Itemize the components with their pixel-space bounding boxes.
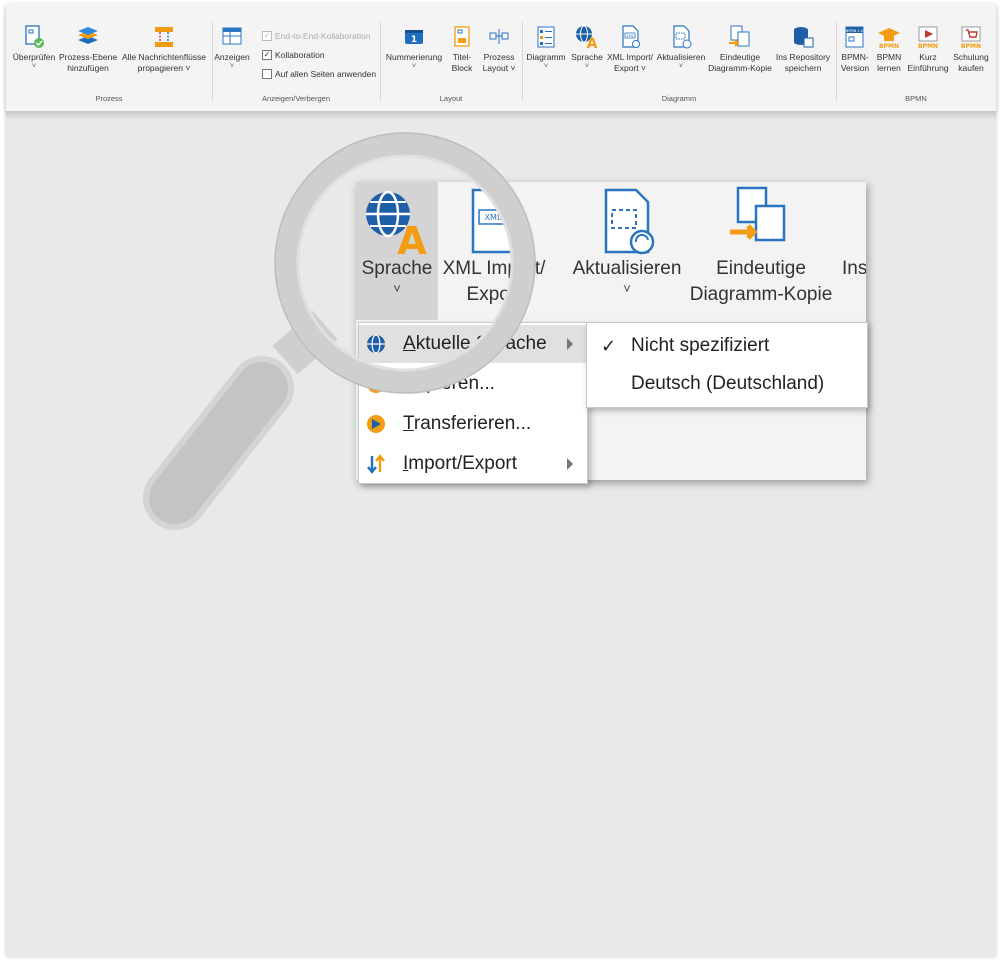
group-label-anzeigen: Anzeigen/Verbergen xyxy=(262,94,330,103)
sprache-dropdown-menu: Aktuelle Sprache Kopieren... Transferier… xyxy=(358,322,588,484)
globe-language-icon: A xyxy=(576,25,598,50)
group-label-bpmn: BPMN xyxy=(905,94,927,103)
bpmn-version-badge: BPMN 2.0 xyxy=(846,29,864,33)
title-block-icon xyxy=(454,26,470,47)
group-label-prozess: Prozess xyxy=(95,94,123,103)
xml-badge: XML xyxy=(626,34,633,38)
group-separator xyxy=(212,22,213,100)
message-flow-icon xyxy=(155,27,173,47)
zoom-eindeutige-kopie-button[interactable]: Eindeutige Diagramm-Kopie xyxy=(686,182,836,320)
copy-diagram-icon xyxy=(730,186,786,242)
bpmn-badge: BPMN xyxy=(879,43,899,50)
anzeigen-button[interactable]: Anzeigen ˅ xyxy=(214,24,250,71)
end-to-end-checkbox[interactable]: ✓ End-to-End-Kollaboration xyxy=(262,31,370,41)
checkbox-checked: ✓ xyxy=(262,31,272,41)
chevron-down-icon: ˅ xyxy=(393,281,401,296)
diagramm-button[interactable]: Diagramm ˅ xyxy=(522,24,570,71)
kollaboration-checkbox[interactable]: ✓ Kollaboration xyxy=(262,50,325,60)
ribbon: Überprüfen ˅ Prozess-Ebene hinzufügen Al… xyxy=(6,4,996,111)
chevron-down-icon: ˅ xyxy=(678,63,684,70)
graduation-cap-icon: BPMN xyxy=(878,28,900,50)
submenu-item-nicht-spezifiziert[interactable]: ✓ Nicht spezifiziert xyxy=(587,327,867,365)
chevron-down-icon: ˅ xyxy=(584,63,590,70)
ueberpruefen-button[interactable]: Überprüfen ˅ xyxy=(8,24,60,71)
ins-repository-button[interactable]: Ins Repository speichern xyxy=(772,24,834,74)
layers-icon xyxy=(78,27,98,44)
group-label-diagramm: Diagramm xyxy=(661,94,697,103)
refresh-document-icon xyxy=(604,188,655,255)
xml-import-export-button[interactable]: XML XML Import/ Export ˅ xyxy=(602,24,658,74)
submenu-arrow-icon xyxy=(567,338,573,350)
transfer-icon xyxy=(367,415,385,433)
nummerierung-button[interactable]: 1 Nummerierung ˅ xyxy=(382,24,446,71)
prozess-layout-button[interactable]: Prozess Layout ˅ xyxy=(478,24,520,74)
group-separator xyxy=(380,22,381,100)
diagram-list-icon xyxy=(537,26,555,48)
import-export-arrows-icon xyxy=(367,454,385,474)
submenu-arrow-icon xyxy=(567,458,573,470)
chevron-down-icon: ˅ xyxy=(229,63,235,70)
database-save-icon xyxy=(794,27,814,48)
menu-item-import-export[interactable]: Import/Export xyxy=(359,445,587,483)
sprache-button[interactable]: A Sprache ˅ xyxy=(570,24,604,71)
nachrichtenfluesse-button[interactable]: Alle Nachrichtenflüsse propagieren ˅ xyxy=(116,24,212,74)
bpmn-lernen-button[interactable]: BPMN BPMN lernen xyxy=(872,24,906,74)
play-bpmn-icon: BPMN xyxy=(918,26,938,50)
bpmn-version-icon: BPMN 2.0 xyxy=(845,26,864,48)
bpmn-version-button[interactable]: BPMN 2.0 BPMN- Version xyxy=(836,24,874,74)
xml-document-icon: XML xyxy=(471,188,517,254)
menu-item-kopieren[interactable]: Kopieren... xyxy=(359,365,587,403)
svg-text:A: A xyxy=(397,219,427,256)
layout-icon xyxy=(489,29,509,44)
zoom-xml-import-button[interactable]: XML XML Import/ Export xyxy=(438,182,550,320)
numbering-badge: 1 xyxy=(411,35,417,45)
checkbox-checked: ✓ xyxy=(262,50,272,60)
chevron-down-icon: ˅ xyxy=(411,63,417,70)
refresh-document-icon xyxy=(673,25,692,49)
zoom-sprache-button[interactable]: A Sprache ˅ xyxy=(356,182,438,320)
svg-text:A: A xyxy=(587,36,598,50)
menu-item-transferieren[interactable]: Transferieren... xyxy=(359,405,587,443)
titel-block-button[interactable]: Titel- Block xyxy=(446,24,478,74)
chevron-down-icon: ˅ xyxy=(543,63,549,70)
copy-icon xyxy=(367,375,385,393)
bpmn-badge: BPMN xyxy=(961,43,981,50)
globe-icon xyxy=(367,334,385,354)
check-document-icon xyxy=(25,25,44,48)
table-icon xyxy=(222,27,242,45)
prozess-ebene-button[interactable]: Prozess-Ebene hinzufügen xyxy=(58,24,118,74)
checkmark-icon: ✓ xyxy=(601,335,617,356)
xml-badge: XML xyxy=(485,213,502,222)
copy-diagram-icon xyxy=(729,25,750,47)
auf-allen-seiten-checkbox[interactable]: Auf allen Seiten anwenden xyxy=(262,69,376,79)
chevron-down-icon: ˅ xyxy=(623,281,631,296)
submenu-item-deutsch[interactable]: Deutsch (Deutschland) xyxy=(587,365,867,403)
menu-item-aktuelle-sprache[interactable]: Aktuelle Sprache xyxy=(359,325,587,363)
shopping-cart-icon: BPMN xyxy=(961,26,981,50)
eindeutige-kopie-button[interactable]: Eindeutige Diagramm-Kopie xyxy=(706,24,774,74)
zoom-ins-repository-button[interactable]: Ins xyxy=(842,182,866,320)
kurz-einfuehrung-button[interactable]: BPMN Kurz Einführung xyxy=(906,24,950,74)
globe-language-icon: A xyxy=(366,190,427,256)
bpmn-badge: BPMN xyxy=(918,43,938,50)
numbering-icon: 1 xyxy=(405,30,423,45)
ribbon-shadow xyxy=(6,111,996,120)
schulung-kaufen-button[interactable]: BPMN Schulung kaufen xyxy=(950,24,992,74)
group-label-layout: Layout xyxy=(439,94,463,103)
zoom-aktualisieren-button[interactable]: Aktualisieren ˅ xyxy=(562,182,692,320)
aktuelle-sprache-submenu: ✓ Nicht spezifiziert Deutsch (Deutschlan… xyxy=(586,322,868,408)
chevron-down-icon: ˅ xyxy=(31,63,37,70)
aktualisieren-button[interactable]: Aktualisieren ˅ xyxy=(652,24,710,71)
xml-document-icon: XML xyxy=(622,25,640,48)
checkbox-unchecked xyxy=(262,69,272,79)
